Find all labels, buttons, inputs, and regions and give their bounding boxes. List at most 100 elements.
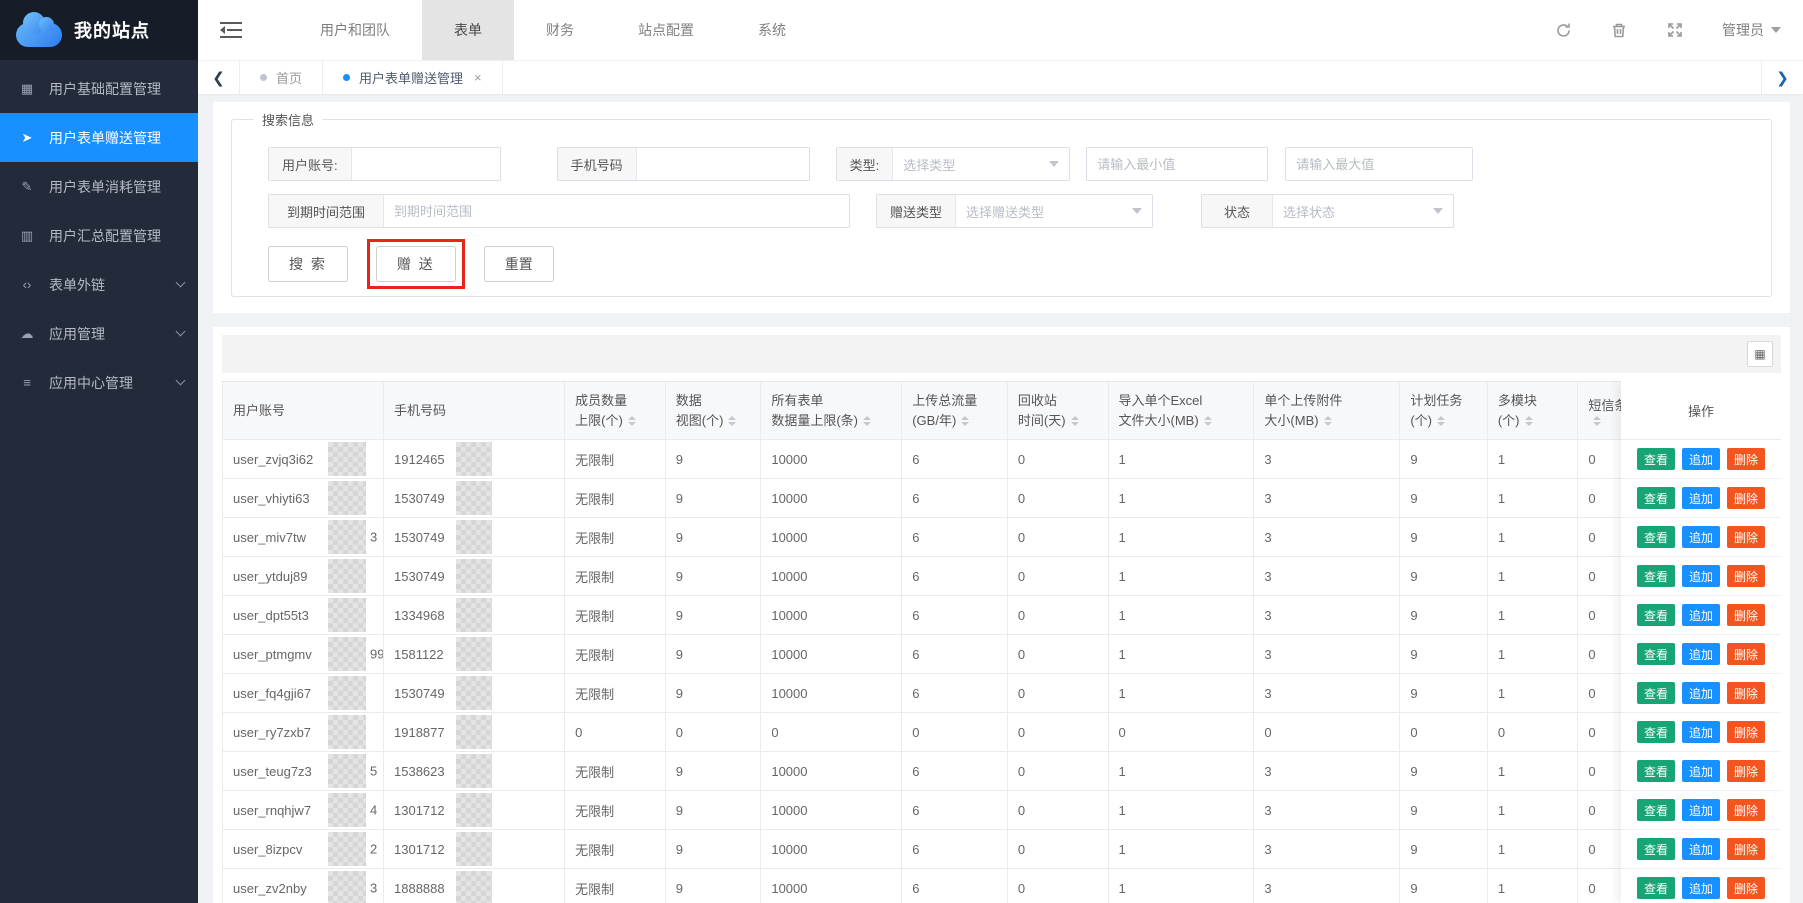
append-button[interactable]: 追加	[1682, 448, 1720, 470]
view-button[interactable]: 查看	[1637, 799, 1675, 821]
tabs-scroll-right-icon[interactable]: ❯	[1761, 61, 1803, 94]
max-value-input[interactable]	[1285, 147, 1473, 181]
trash-icon[interactable]	[1610, 21, 1628, 39]
search-button[interactable]: 搜 索	[268, 246, 348, 282]
column-settings-icon[interactable]: ▦	[1747, 341, 1773, 367]
table-header-cell[interactable]: 所有表单数据量上限(条)	[761, 382, 902, 440]
del-button[interactable]: 删除	[1727, 838, 1765, 860]
sidebar-item[interactable]: ▦用户基础配置管理	[0, 64, 198, 113]
view-button[interactable]: 查看	[1637, 643, 1675, 665]
admin-menu[interactable]: 管理员	[1722, 20, 1781, 40]
sidebar-item[interactable]: ▥用户汇总配置管理	[0, 211, 198, 260]
append-button[interactable]: 追加	[1682, 721, 1720, 743]
sort-icon[interactable]	[961, 416, 969, 426]
topnav-item[interactable]: 表单	[422, 0, 514, 60]
refresh-icon[interactable]	[1554, 21, 1572, 39]
sidebar-item[interactable]: ➤用户表单赠送管理	[0, 113, 198, 162]
view-button[interactable]: 查看	[1637, 682, 1675, 704]
sort-icon[interactable]	[863, 416, 871, 426]
min-value-input[interactable]	[1086, 147, 1268, 181]
status-select[interactable]: 选择状态	[1273, 195, 1453, 227]
topnav-item[interactable]: 系统	[726, 0, 818, 60]
del-button[interactable]: 删除	[1727, 799, 1765, 821]
sort-icon[interactable]	[1593, 416, 1601, 426]
table-header-cell[interactable]: 上传总流量(GB/年)	[902, 382, 1008, 440]
table-header-cell[interactable]: 单个上传附件大小(MB)	[1254, 382, 1400, 440]
append-button[interactable]: 追加	[1682, 682, 1720, 704]
table-header-cell[interactable]: 数据视图(个)	[665, 382, 761, 440]
value-cell: 1	[1108, 557, 1254, 596]
tab[interactable]: 用户表单赠送管理×	[323, 61, 503, 94]
sidebar-item[interactable]: ☁应用管理	[0, 309, 198, 358]
close-icon[interactable]: ×	[474, 70, 482, 85]
phone-cell: 1530749	[384, 674, 565, 713]
type-select[interactable]: 选择类型	[893, 148, 1069, 180]
del-button[interactable]: 删除	[1727, 604, 1765, 626]
del-button[interactable]: 删除	[1727, 721, 1765, 743]
table-header-cell[interactable]: 导入单个Excel文件大小(MB)	[1108, 382, 1254, 440]
del-button[interactable]: 删除	[1727, 565, 1765, 587]
append-button[interactable]: 追加	[1682, 799, 1720, 821]
append-button[interactable]: 追加	[1682, 760, 1720, 782]
view-button[interactable]: 查看	[1637, 487, 1675, 509]
sidebar-item[interactable]: ≡应用中心管理	[0, 358, 198, 407]
view-button[interactable]: 查看	[1637, 526, 1675, 548]
view-button[interactable]: 查看	[1637, 838, 1675, 860]
value-cell: 0	[1007, 440, 1108, 479]
header-unit: 视图(个)	[676, 411, 724, 431]
gift-type-select[interactable]: 选择赠送类型	[956, 195, 1152, 227]
reset-button[interactable]: 重置	[484, 246, 554, 282]
fullscreen-icon[interactable]	[1666, 21, 1684, 39]
action-cell: 查看追加删除	[1621, 479, 1781, 518]
sort-icon[interactable]	[1437, 416, 1445, 426]
del-button[interactable]: 删除	[1727, 682, 1765, 704]
collapse-sidebar-icon[interactable]	[220, 22, 242, 38]
table-header-cell[interactable]: 回收站时间(天)	[1007, 382, 1108, 440]
header-unit: (个)	[1410, 411, 1432, 431]
topnav-item[interactable]: 站点配置	[606, 0, 726, 60]
value-cell: 6	[902, 869, 1008, 903]
append-button[interactable]: 追加	[1682, 526, 1720, 548]
del-button[interactable]: 删除	[1727, 760, 1765, 782]
append-button[interactable]: 追加	[1682, 604, 1720, 626]
append-button[interactable]: 追加	[1682, 565, 1720, 587]
view-button[interactable]: 查看	[1637, 721, 1675, 743]
sort-icon[interactable]	[1324, 416, 1332, 426]
expiry-range-input[interactable]	[384, 195, 849, 227]
account-input[interactable]	[352, 148, 500, 180]
view-button[interactable]: 查看	[1637, 760, 1675, 782]
view-button[interactable]: 查看	[1637, 877, 1675, 899]
sidebar-item[interactable]: ✎用户表单消耗管理	[0, 162, 198, 211]
header-label: 用户账号	[233, 401, 373, 421]
chevron-down-icon	[1049, 161, 1059, 167]
append-button[interactable]: 追加	[1682, 487, 1720, 509]
sort-icon[interactable]	[728, 416, 736, 426]
value-cell: 9	[1400, 830, 1488, 869]
del-button[interactable]: 删除	[1727, 643, 1765, 665]
view-button[interactable]: 查看	[1637, 565, 1675, 587]
phone-input[interactable]	[637, 148, 809, 180]
tab[interactable]: 首页	[240, 61, 323, 94]
del-button[interactable]: 删除	[1727, 877, 1765, 899]
view-button[interactable]: 查看	[1637, 604, 1675, 626]
del-button[interactable]: 删除	[1727, 526, 1765, 548]
append-button[interactable]: 追加	[1682, 643, 1720, 665]
del-button[interactable]: 删除	[1727, 448, 1765, 470]
tabs-scroll-left-icon[interactable]: ❮	[198, 61, 240, 94]
topnav-item[interactable]: 财务	[514, 0, 606, 60]
value-cell: 9	[1400, 791, 1488, 830]
view-button[interactable]: 查看	[1637, 448, 1675, 470]
append-button[interactable]: 追加	[1682, 877, 1720, 899]
del-button[interactable]: 删除	[1727, 487, 1765, 509]
sidebar-item[interactable]: ‹›表单外链	[0, 260, 198, 309]
table-header-cell[interactable]: 计划任务(个)	[1400, 382, 1488, 440]
sort-icon[interactable]	[1525, 416, 1533, 426]
sort-icon[interactable]	[1204, 416, 1212, 426]
table-header-cell[interactable]: 成员数量上限(个)	[565, 382, 666, 440]
topnav-item[interactable]: 用户和团队	[288, 0, 422, 60]
sort-icon[interactable]	[628, 416, 636, 426]
gift-button[interactable]: 赠 送	[376, 246, 456, 282]
table-header-cell[interactable]: 多模块(个)	[1487, 382, 1578, 440]
sort-icon[interactable]	[1071, 416, 1079, 426]
append-button[interactable]: 追加	[1682, 838, 1720, 860]
